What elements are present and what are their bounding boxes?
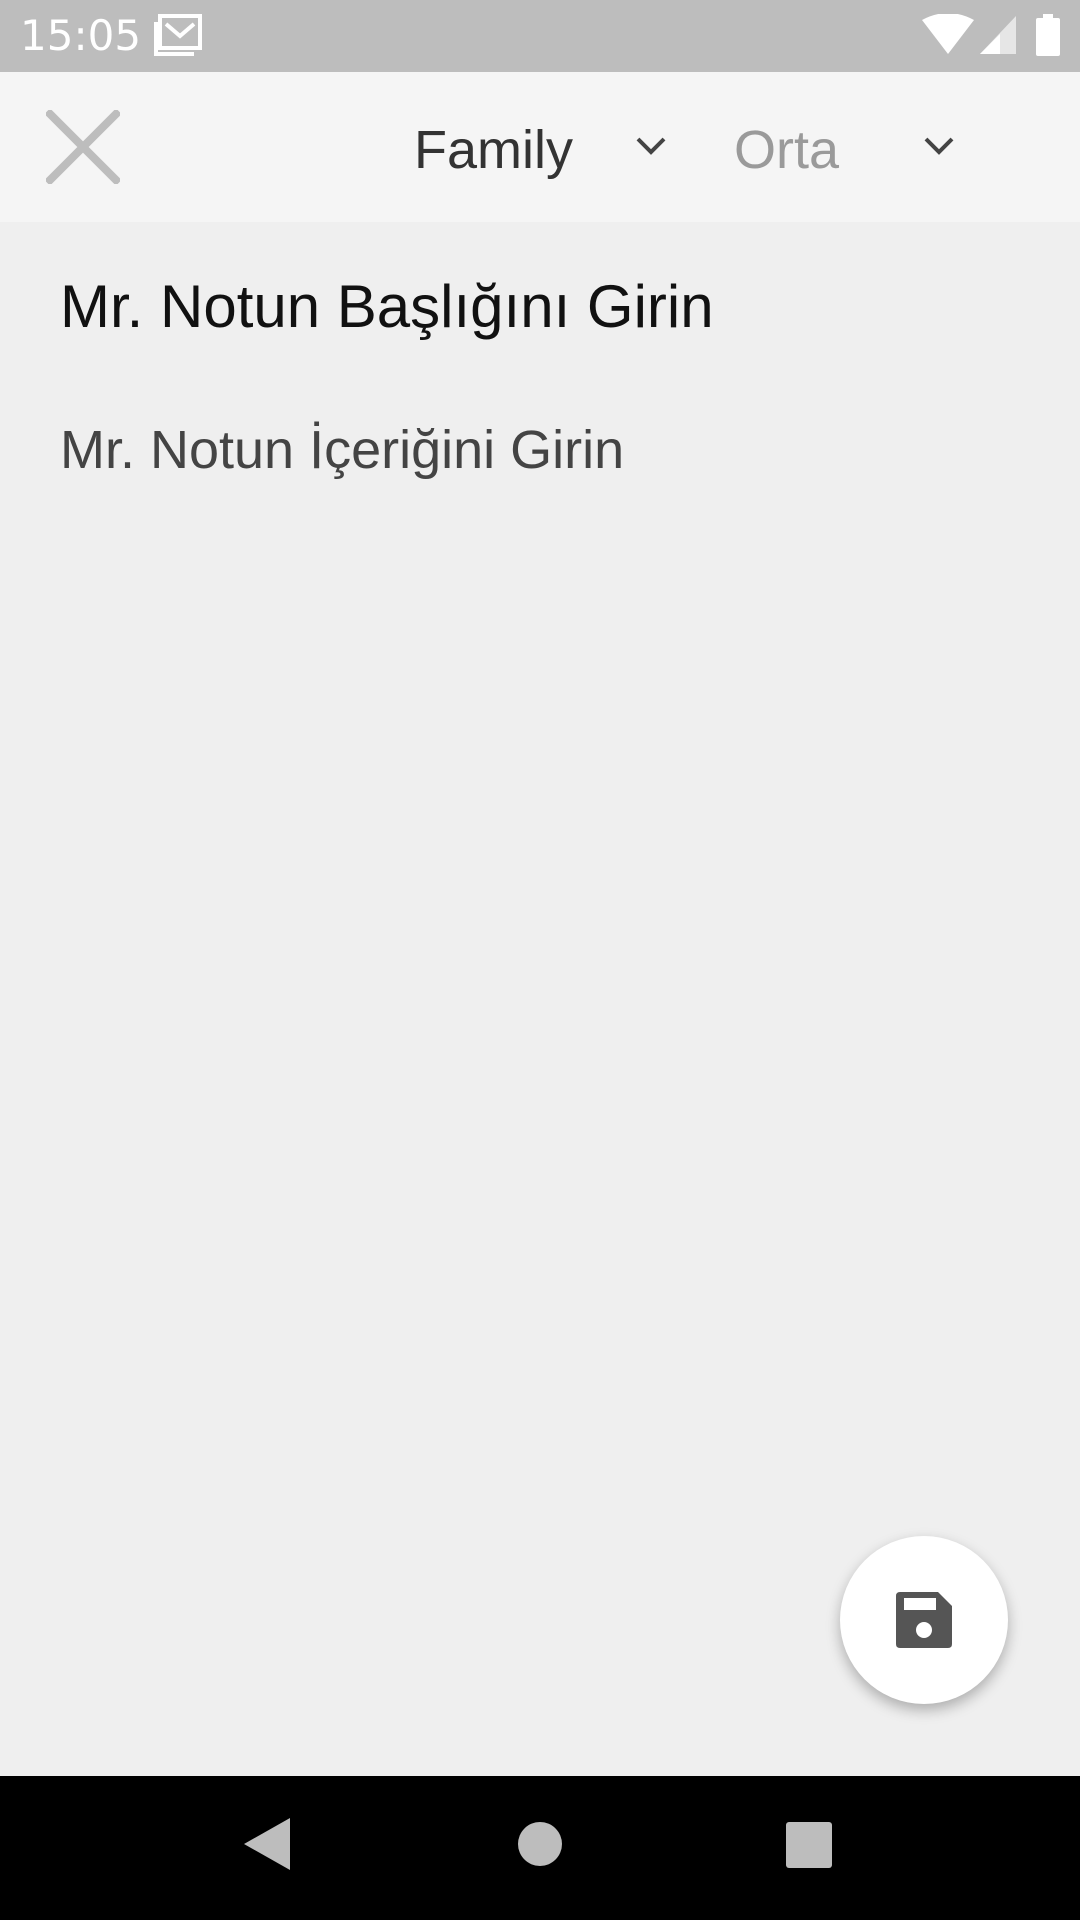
back-icon[interactable] — [244, 1818, 290, 1870]
save-button[interactable] — [840, 1536, 1008, 1704]
battery-icon — [1036, 14, 1060, 56]
gmail-icon — [154, 14, 202, 56]
status-time: 15:05 — [20, 11, 142, 60]
font-size-dropdown[interactable]: Orta — [730, 106, 970, 188]
toolbar: Family Orta — [0, 72, 1080, 222]
note-title-input[interactable]: Mr. Notun Başlığını Girin — [60, 272, 1020, 342]
recents-icon[interactable] — [786, 1822, 832, 1868]
save-icon — [896, 1592, 952, 1648]
signal-icon — [980, 16, 1016, 54]
status-bar: 15:05 — [0, 0, 1080, 72]
font-family-dropdown[interactable]: Family — [410, 106, 680, 188]
font-family-selected: Family — [414, 120, 573, 180]
note-content-input[interactable]: Mr. Notun İçeriğini Girin — [60, 418, 1020, 482]
wifi-icon — [922, 14, 974, 54]
chevron-down-icon — [636, 137, 666, 155]
chevron-down-icon — [924, 137, 954, 155]
navigation-bar — [0, 1776, 1080, 1920]
font-size-selected: Orta — [734, 120, 840, 180]
close-icon[interactable] — [46, 110, 120, 184]
home-icon[interactable] — [518, 1822, 562, 1866]
